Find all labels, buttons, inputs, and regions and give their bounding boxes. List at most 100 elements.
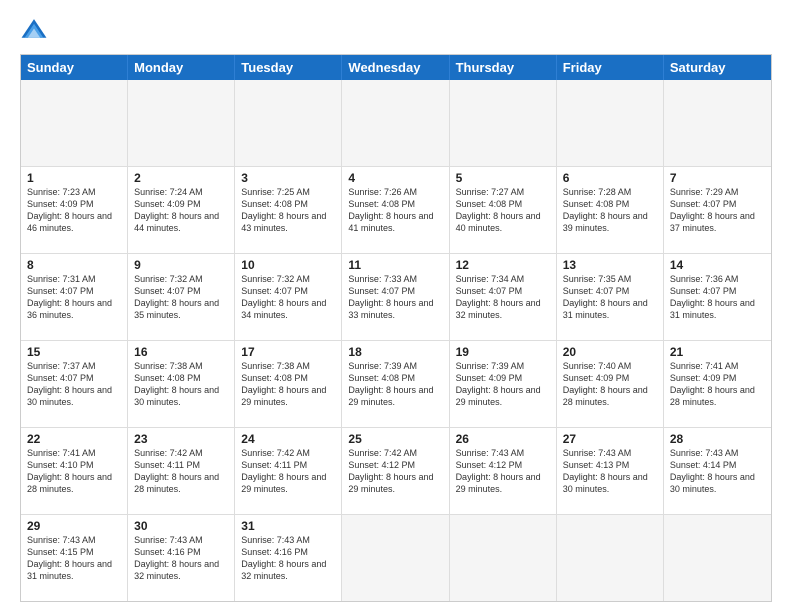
- header-thursday: Thursday: [450, 55, 557, 80]
- calendar-cell: 18Sunrise: 7:39 AMSunset: 4:08 PMDayligh…: [342, 341, 449, 427]
- cell-info: Sunrise: 7:43 AMSunset: 4:16 PMDaylight:…: [241, 534, 335, 583]
- calendar-row-5: 29Sunrise: 7:43 AMSunset: 4:15 PMDayligh…: [21, 514, 771, 601]
- day-number: 12: [456, 258, 550, 272]
- calendar-cell: 7Sunrise: 7:29 AMSunset: 4:07 PMDaylight…: [664, 167, 771, 253]
- calendar-cell: 25Sunrise: 7:42 AMSunset: 4:12 PMDayligh…: [342, 428, 449, 514]
- day-number: 5: [456, 171, 550, 185]
- calendar-cell: 14Sunrise: 7:36 AMSunset: 4:07 PMDayligh…: [664, 254, 771, 340]
- day-number: 31: [241, 519, 335, 533]
- cell-info: Sunrise: 7:41 AMSunset: 4:10 PMDaylight:…: [27, 447, 121, 496]
- calendar-cell: 20Sunrise: 7:40 AMSunset: 4:09 PMDayligh…: [557, 341, 664, 427]
- calendar-cell: 23Sunrise: 7:42 AMSunset: 4:11 PMDayligh…: [128, 428, 235, 514]
- cell-info: Sunrise: 7:25 AMSunset: 4:08 PMDaylight:…: [241, 186, 335, 235]
- header-tuesday: Tuesday: [235, 55, 342, 80]
- header: [20, 16, 772, 44]
- cell-info: Sunrise: 7:39 AMSunset: 4:08 PMDaylight:…: [348, 360, 442, 409]
- day-number: 30: [134, 519, 228, 533]
- calendar-cell: 26Sunrise: 7:43 AMSunset: 4:12 PMDayligh…: [450, 428, 557, 514]
- day-number: 18: [348, 345, 442, 359]
- calendar-cell: [450, 515, 557, 601]
- day-number: 8: [27, 258, 121, 272]
- calendar-cell: 19Sunrise: 7:39 AMSunset: 4:09 PMDayligh…: [450, 341, 557, 427]
- day-number: 13: [563, 258, 657, 272]
- calendar-cell: [342, 515, 449, 601]
- cell-info: Sunrise: 7:42 AMSunset: 4:12 PMDaylight:…: [348, 447, 442, 496]
- cell-info: Sunrise: 7:39 AMSunset: 4:09 PMDaylight:…: [456, 360, 550, 409]
- calendar-cell: 28Sunrise: 7:43 AMSunset: 4:14 PMDayligh…: [664, 428, 771, 514]
- cell-info: Sunrise: 7:32 AMSunset: 4:07 PMDaylight:…: [241, 273, 335, 322]
- calendar-cell: 12Sunrise: 7:34 AMSunset: 4:07 PMDayligh…: [450, 254, 557, 340]
- day-number: 11: [348, 258, 442, 272]
- cell-info: Sunrise: 7:38 AMSunset: 4:08 PMDaylight:…: [241, 360, 335, 409]
- cell-info: Sunrise: 7:42 AMSunset: 4:11 PMDaylight:…: [134, 447, 228, 496]
- day-number: 1: [27, 171, 121, 185]
- calendar-cell: 2Sunrise: 7:24 AMSunset: 4:09 PMDaylight…: [128, 167, 235, 253]
- calendar-cell: [557, 515, 664, 601]
- cell-info: Sunrise: 7:36 AMSunset: 4:07 PMDaylight:…: [670, 273, 765, 322]
- cell-info: Sunrise: 7:27 AMSunset: 4:08 PMDaylight:…: [456, 186, 550, 235]
- calendar-cell: 27Sunrise: 7:43 AMSunset: 4:13 PMDayligh…: [557, 428, 664, 514]
- header-sunday: Sunday: [21, 55, 128, 80]
- header-wednesday: Wednesday: [342, 55, 449, 80]
- calendar-row-3: 15Sunrise: 7:37 AMSunset: 4:07 PMDayligh…: [21, 340, 771, 427]
- calendar-cell: 4Sunrise: 7:26 AMSunset: 4:08 PMDaylight…: [342, 167, 449, 253]
- day-number: 23: [134, 432, 228, 446]
- calendar-cell: [342, 80, 449, 166]
- calendar-cell: 22Sunrise: 7:41 AMSunset: 4:10 PMDayligh…: [21, 428, 128, 514]
- cell-info: Sunrise: 7:23 AMSunset: 4:09 PMDaylight:…: [27, 186, 121, 235]
- cell-info: Sunrise: 7:40 AMSunset: 4:09 PMDaylight:…: [563, 360, 657, 409]
- header-saturday: Saturday: [664, 55, 771, 80]
- day-number: 15: [27, 345, 121, 359]
- calendar-row-1: 1Sunrise: 7:23 AMSunset: 4:09 PMDaylight…: [21, 166, 771, 253]
- cell-info: Sunrise: 7:33 AMSunset: 4:07 PMDaylight:…: [348, 273, 442, 322]
- calendar-cell: 1Sunrise: 7:23 AMSunset: 4:09 PMDaylight…: [21, 167, 128, 253]
- cell-info: Sunrise: 7:37 AMSunset: 4:07 PMDaylight:…: [27, 360, 121, 409]
- calendar-cell: [235, 80, 342, 166]
- day-number: 21: [670, 345, 765, 359]
- day-number: 22: [27, 432, 121, 446]
- day-number: 27: [563, 432, 657, 446]
- calendar-cell: [21, 80, 128, 166]
- cell-info: Sunrise: 7:26 AMSunset: 4:08 PMDaylight:…: [348, 186, 442, 235]
- calendar-cell: [664, 515, 771, 601]
- page: Sunday Monday Tuesday Wednesday Thursday…: [0, 0, 792, 612]
- cell-info: Sunrise: 7:43 AMSunset: 4:12 PMDaylight:…: [456, 447, 550, 496]
- calendar-cell: 31Sunrise: 7:43 AMSunset: 4:16 PMDayligh…: [235, 515, 342, 601]
- cell-info: Sunrise: 7:38 AMSunset: 4:08 PMDaylight:…: [134, 360, 228, 409]
- calendar-cell: 3Sunrise: 7:25 AMSunset: 4:08 PMDaylight…: [235, 167, 342, 253]
- day-number: 25: [348, 432, 442, 446]
- calendar-cell: 8Sunrise: 7:31 AMSunset: 4:07 PMDaylight…: [21, 254, 128, 340]
- calendar-cell: [128, 80, 235, 166]
- calendar-cell: 16Sunrise: 7:38 AMSunset: 4:08 PMDayligh…: [128, 341, 235, 427]
- day-number: 10: [241, 258, 335, 272]
- cell-info: Sunrise: 7:41 AMSunset: 4:09 PMDaylight:…: [670, 360, 765, 409]
- day-number: 28: [670, 432, 765, 446]
- calendar-cell: 9Sunrise: 7:32 AMSunset: 4:07 PMDaylight…: [128, 254, 235, 340]
- calendar-cell: 5Sunrise: 7:27 AMSunset: 4:08 PMDaylight…: [450, 167, 557, 253]
- cell-info: Sunrise: 7:43 AMSunset: 4:13 PMDaylight:…: [563, 447, 657, 496]
- day-number: 7: [670, 171, 765, 185]
- cell-info: Sunrise: 7:34 AMSunset: 4:07 PMDaylight:…: [456, 273, 550, 322]
- calendar-cell: [450, 80, 557, 166]
- cell-info: Sunrise: 7:42 AMSunset: 4:11 PMDaylight:…: [241, 447, 335, 496]
- day-number: 14: [670, 258, 765, 272]
- day-number: 16: [134, 345, 228, 359]
- day-number: 3: [241, 171, 335, 185]
- cell-info: Sunrise: 7:43 AMSunset: 4:14 PMDaylight:…: [670, 447, 765, 496]
- day-number: 20: [563, 345, 657, 359]
- calendar-body: 1Sunrise: 7:23 AMSunset: 4:09 PMDaylight…: [21, 80, 771, 601]
- day-number: 4: [348, 171, 442, 185]
- calendar-cell: 30Sunrise: 7:43 AMSunset: 4:16 PMDayligh…: [128, 515, 235, 601]
- cell-info: Sunrise: 7:32 AMSunset: 4:07 PMDaylight:…: [134, 273, 228, 322]
- calendar-header: Sunday Monday Tuesday Wednesday Thursday…: [21, 55, 771, 80]
- calendar-row-2: 8Sunrise: 7:31 AMSunset: 4:07 PMDaylight…: [21, 253, 771, 340]
- cell-info: Sunrise: 7:29 AMSunset: 4:07 PMDaylight:…: [670, 186, 765, 235]
- calendar-row-4: 22Sunrise: 7:41 AMSunset: 4:10 PMDayligh…: [21, 427, 771, 514]
- cell-info: Sunrise: 7:31 AMSunset: 4:07 PMDaylight:…: [27, 273, 121, 322]
- header-monday: Monday: [128, 55, 235, 80]
- calendar-row-0: [21, 80, 771, 166]
- calendar-cell: 17Sunrise: 7:38 AMSunset: 4:08 PMDayligh…: [235, 341, 342, 427]
- calendar: Sunday Monday Tuesday Wednesday Thursday…: [20, 54, 772, 602]
- calendar-cell: [664, 80, 771, 166]
- cell-info: Sunrise: 7:43 AMSunset: 4:16 PMDaylight:…: [134, 534, 228, 583]
